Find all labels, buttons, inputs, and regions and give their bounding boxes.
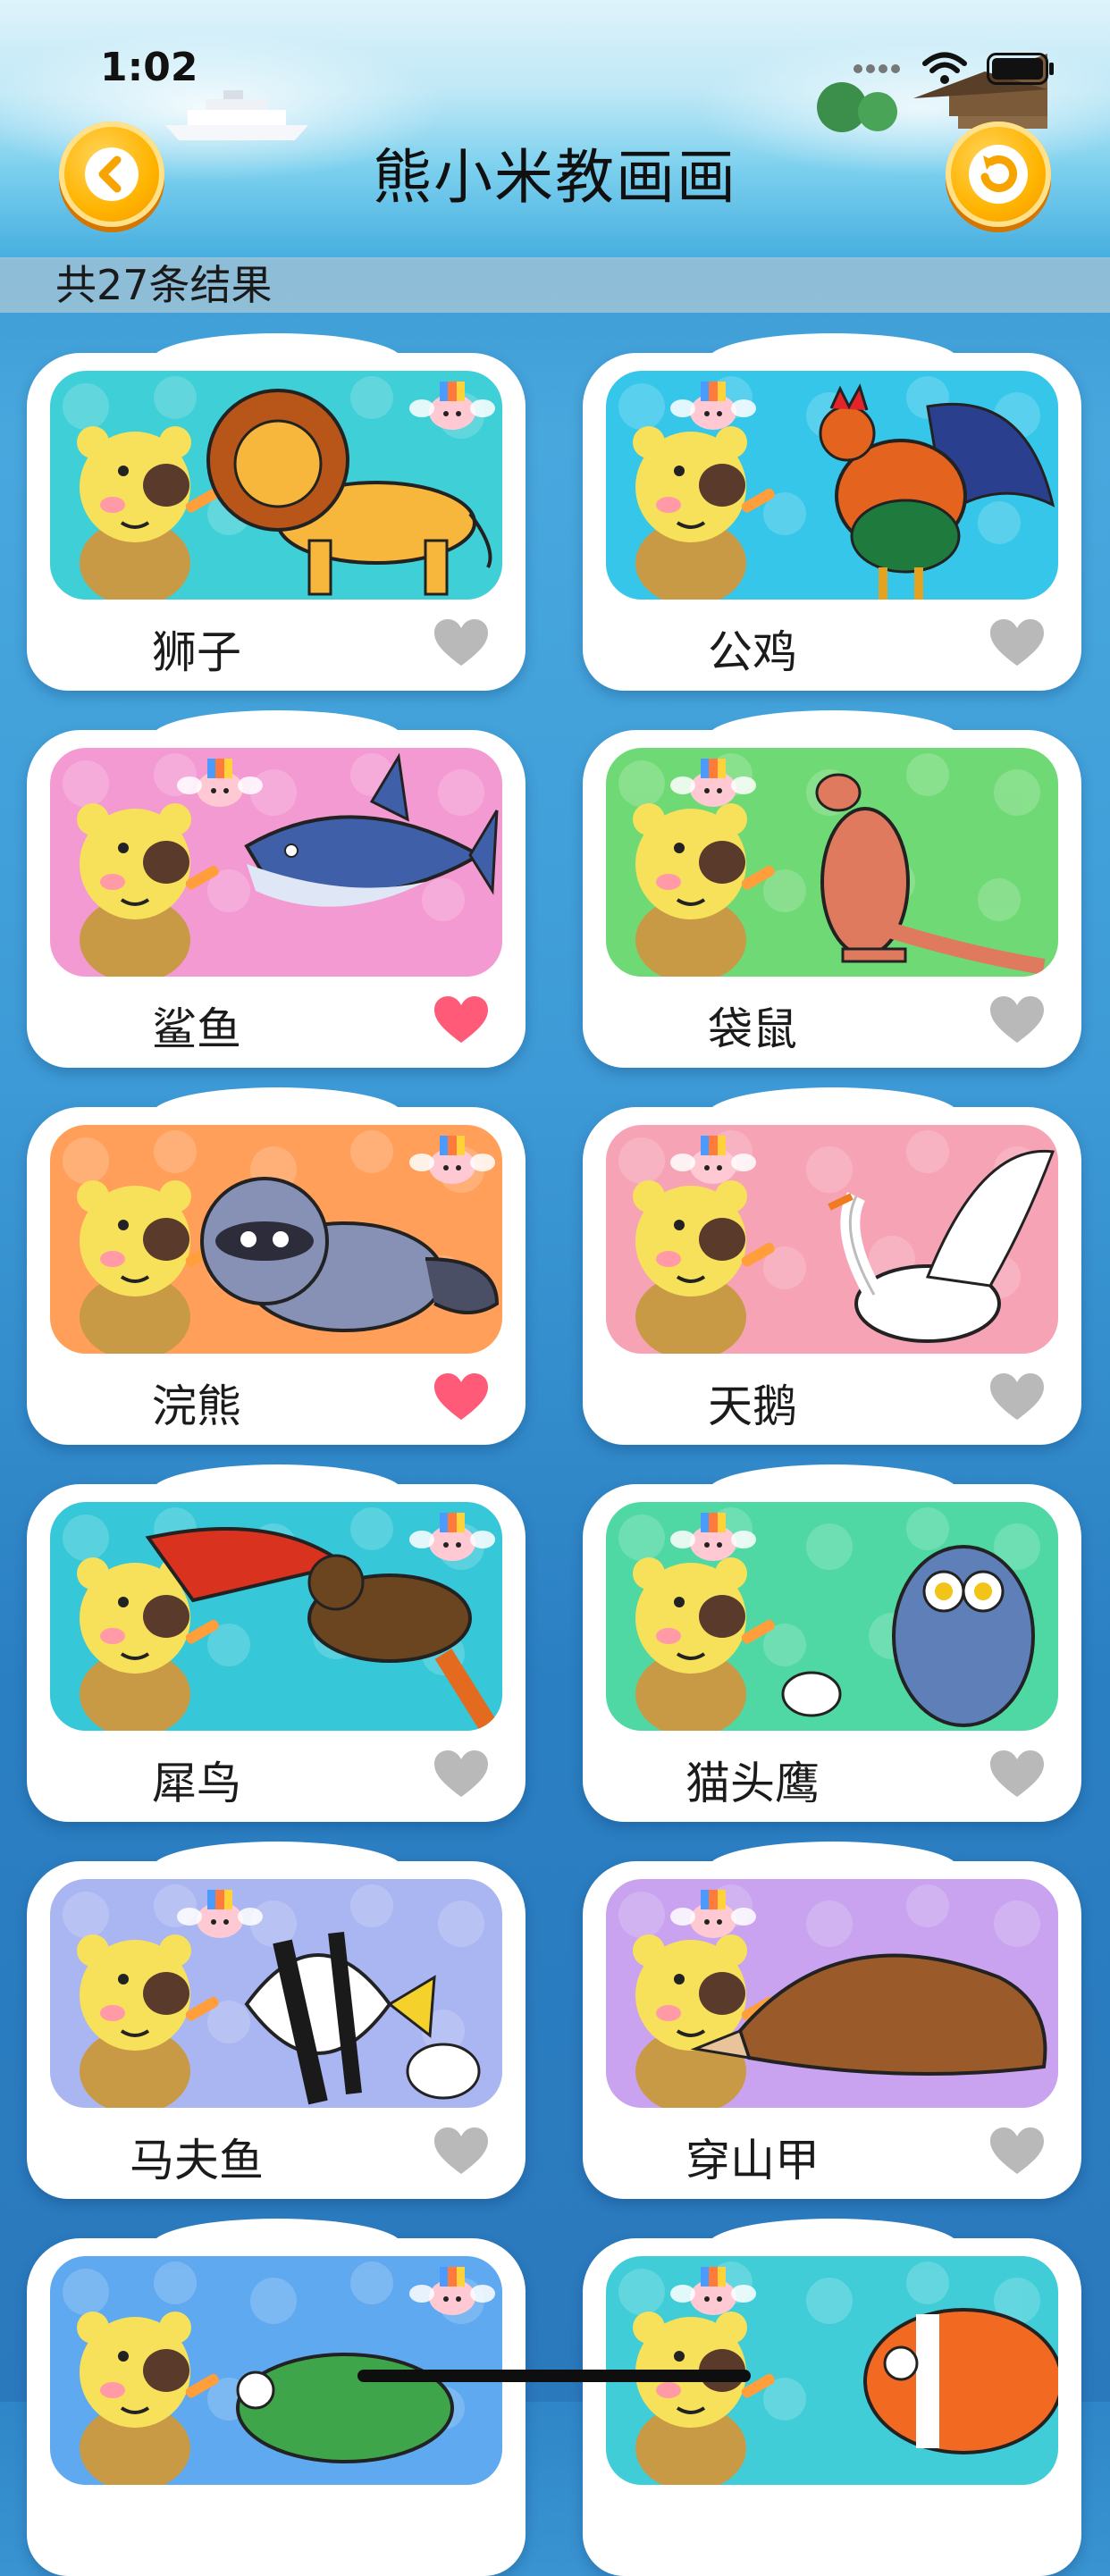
favorite-heart-icon[interactable] [988,1749,1046,1799]
favorite-heart-icon[interactable] [433,994,490,1045]
drawing-card[interactable]: 猫头鹰 [583,1464,1081,1822]
drawing-card[interactable]: 穿山甲 [583,1842,1081,2199]
drawing-card[interactable]: 袋鼠 [583,710,1081,1068]
drawing-thumbnail[interactable] [606,1502,1058,1731]
drawing-card[interactable] [27,2219,526,2576]
drawing-title: 袋鼠 [708,1003,797,1055]
results-count: 共27条结果 [55,261,273,309]
drawing-thumbnail[interactable] [50,1502,502,1731]
drawing-card[interactable]: 鲨鱼 [27,710,526,1068]
drawing-card[interactable]: 犀鸟 [27,1464,526,1822]
favorite-heart-icon[interactable] [988,1372,1046,1422]
drawing-title: 狮子 [152,626,241,678]
favorite-heart-icon[interactable] [988,617,1046,667]
favorite-heart-icon[interactable] [988,2126,1046,2176]
drawing-thumbnail[interactable] [50,371,502,600]
clownfish-drawing [863,2308,1058,2454]
favorite-heart-icon[interactable] [433,1372,490,1422]
signal-dots-icon [854,64,900,73]
status-time: 1:02 [100,45,198,90]
drawing-title: 猫头鹰 [685,1758,820,1809]
favorite-heart-icon[interactable] [433,2126,490,2176]
drawing-card[interactable]: 浣熊 [27,1087,526,1445]
results-count-bar: 共27条结果 [0,257,1110,313]
drawing-card[interactable]: 天鹅 [583,1087,1081,1445]
drawing-card[interactable]: 马夫鱼 [27,1842,526,2199]
status-icons [853,52,1055,86]
favorite-heart-icon[interactable] [433,617,490,667]
refresh-button[interactable] [946,122,1051,227]
drawing-card[interactable]: 公鸡 [583,333,1081,691]
drawing-title: 浣熊 [152,1380,241,1432]
drawing-thumbnail[interactable] [50,1125,502,1354]
wifi-icon [922,52,967,84]
page-title: 熊小米教画画 [373,143,737,212]
drawing-thumbnail[interactable] [606,1125,1058,1354]
favorite-heart-icon[interactable] [433,1749,490,1799]
drawing-thumbnail[interactable] [50,1879,502,2108]
battery-icon [987,53,1054,85]
drawing-thumbnail[interactable] [606,1879,1058,2108]
drawing-title: 穿山甲 [685,2135,820,2186]
drawing-thumbnail[interactable] [50,748,502,977]
drawing-card[interactable] [583,2219,1081,2576]
refresh-icon [969,145,1028,204]
drawing-thumbnail[interactable] [606,371,1058,600]
drawing-title: 天鹅 [708,1380,797,1432]
drawing-title: 马夫鱼 [130,2135,264,2186]
drawing-title: 犀鸟 [152,1758,241,1809]
drawing-card[interactable]: 狮子 [27,333,526,691]
drawing-title: 公鸡 [708,626,797,678]
drawing-title: 鲨鱼 [152,1003,241,1055]
home-indicator[interactable] [357,2370,751,2382]
favorite-heart-icon[interactable] [988,994,1046,1045]
drawing-thumbnail[interactable] [606,748,1058,977]
